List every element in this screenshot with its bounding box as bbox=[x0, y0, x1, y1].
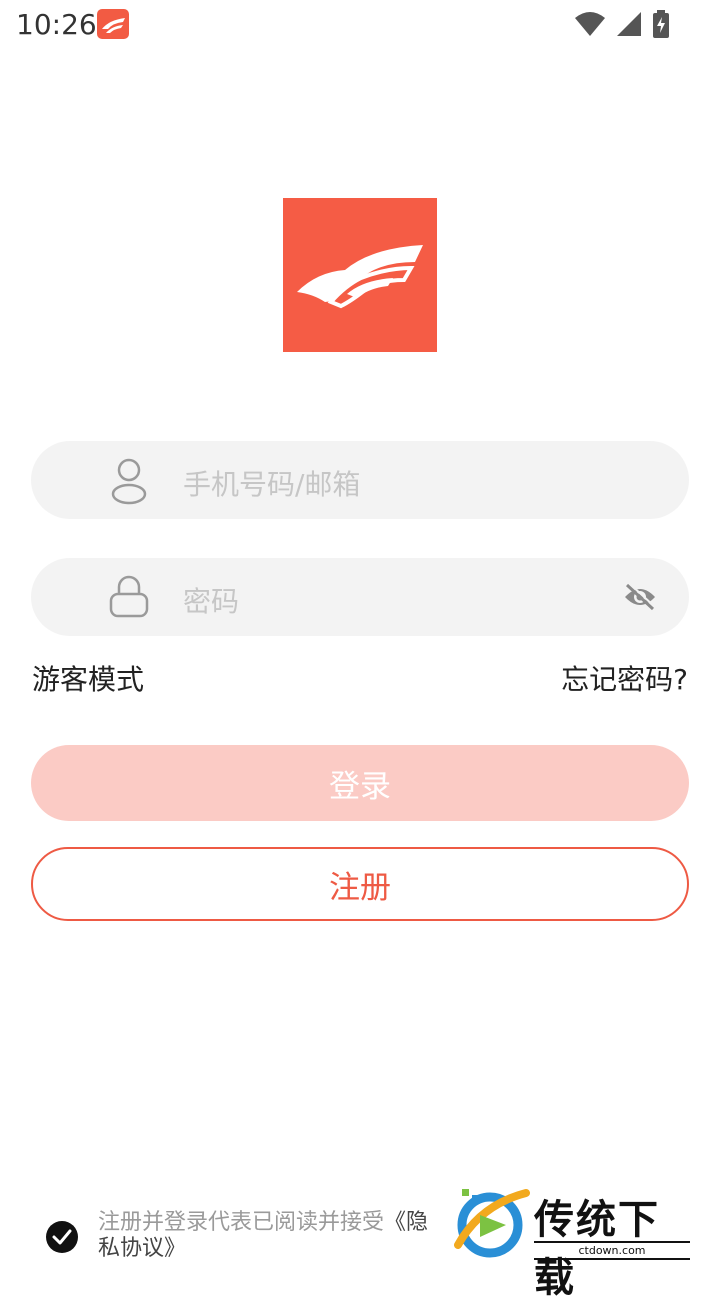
agreement-text: 注册并登录代表已阅读并接受《隐私协议》 bbox=[98, 1210, 448, 1262]
status-time: 10:26 bbox=[16, 8, 97, 41]
login-button[interactable]: 登录 bbox=[31, 745, 689, 821]
forgot-password-link[interactable]: 忘记密码? bbox=[561, 658, 688, 698]
cell-signal-icon bbox=[616, 11, 642, 41]
agreement-prefix: 注册并登录代表已阅读并接受 bbox=[98, 1210, 385, 1235]
username-field[interactable] bbox=[31, 441, 689, 519]
app-notification-icon bbox=[97, 9, 129, 39]
check-icon bbox=[52, 1229, 72, 1245]
watermark: 传统下载 ctdown.com bbox=[450, 1183, 700, 1301]
status-bar: 10:26 bbox=[0, 0, 720, 50]
user-icon bbox=[109, 457, 149, 509]
guest-mode-link[interactable]: 游客模式 bbox=[32, 658, 144, 698]
battery-charging-icon bbox=[652, 10, 670, 42]
brand-logo-icon bbox=[283, 198, 437, 352]
password-field[interactable] bbox=[31, 558, 689, 636]
watermark-logo-icon bbox=[454, 1189, 530, 1258]
register-button-label: 注册 bbox=[329, 869, 391, 906]
eye-off-icon[interactable] bbox=[623, 583, 657, 615]
register-button[interactable]: 注册 bbox=[31, 847, 689, 921]
lock-icon bbox=[109, 574, 149, 622]
login-button-label: 登录 bbox=[329, 768, 391, 805]
username-input[interactable] bbox=[181, 460, 625, 508]
wifi-icon bbox=[574, 11, 606, 41]
watermark-site: ctdown.com bbox=[534, 1241, 690, 1260]
password-input[interactable] bbox=[181, 577, 625, 625]
agreement-checkbox[interactable] bbox=[46, 1221, 78, 1253]
